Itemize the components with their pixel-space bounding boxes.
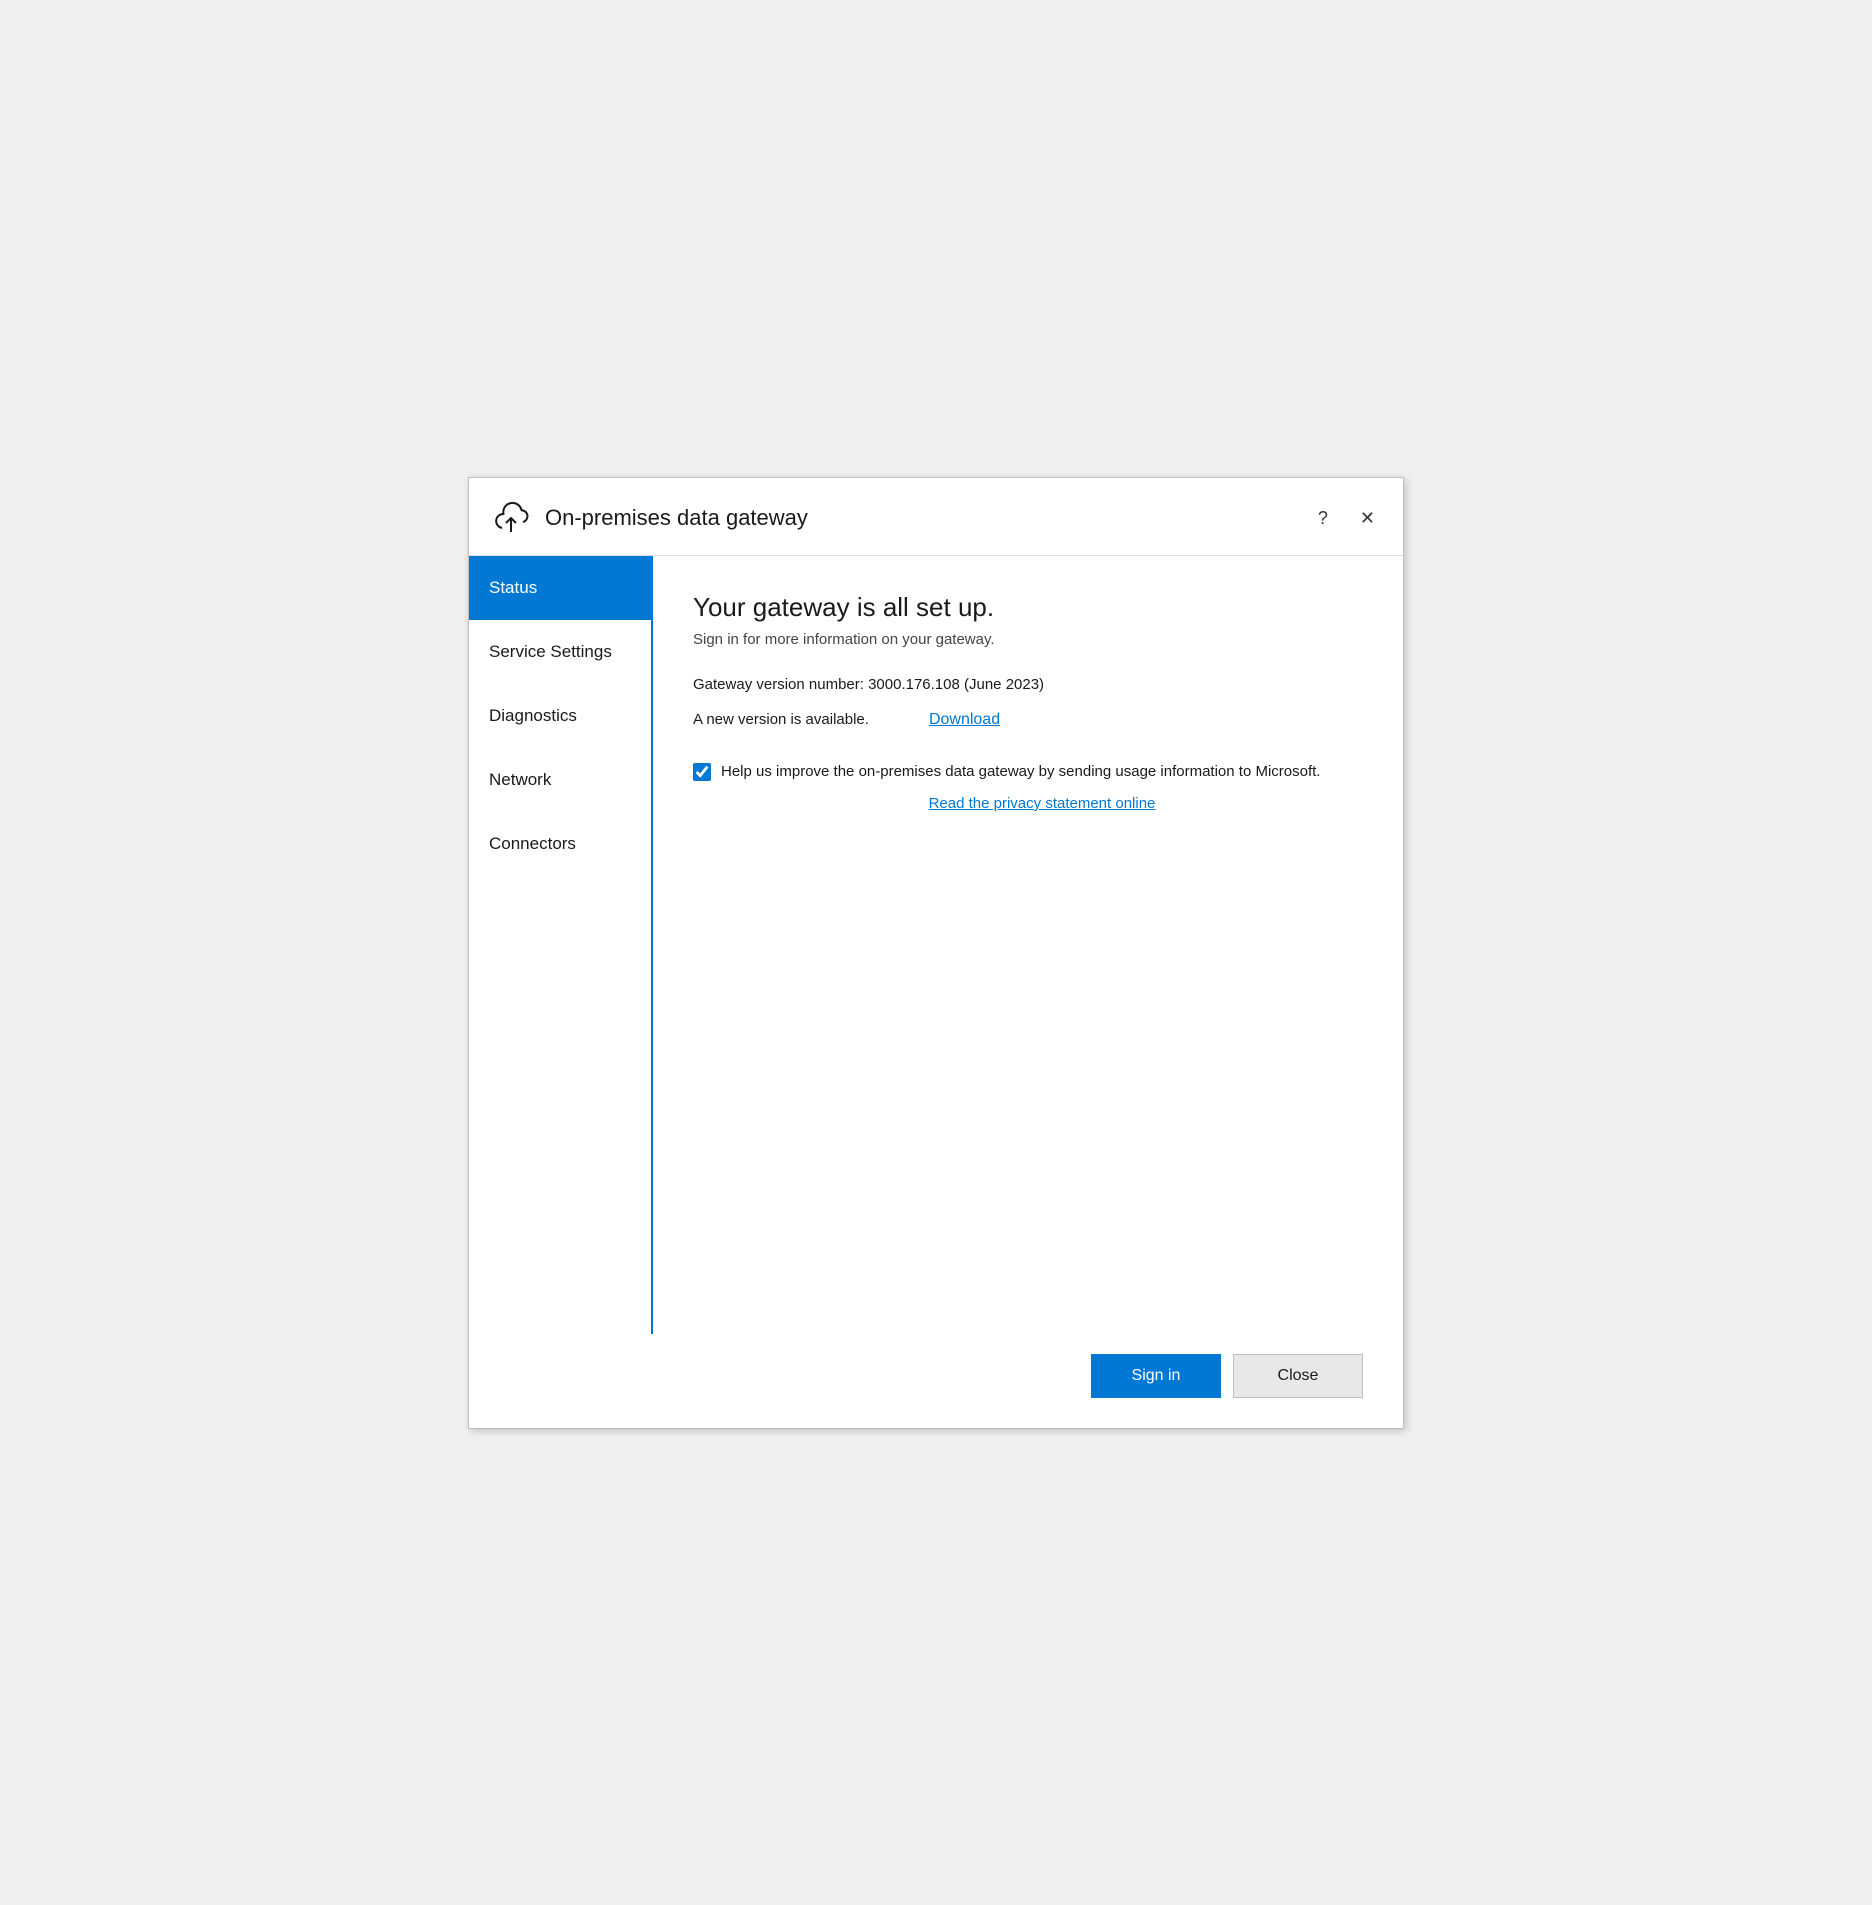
title-bar-controls: ? ✕ [1310, 504, 1383, 533]
title-bar: On-premises data gateway ? ✕ [469, 478, 1403, 556]
telemetry-label: Help us improve the on-premises data gat… [721, 761, 1320, 784]
sidebar-item-diagnostics[interactable]: Diagnostics [469, 684, 651, 748]
download-link[interactable]: Download [929, 711, 1000, 729]
page-heading: Your gateway is all set up. [693, 592, 1363, 623]
page-subtitle: Sign in for more information on your gat… [693, 631, 1363, 648]
cloud-upload-icon [489, 494, 533, 543]
privacy-statement-link[interactable]: Read the privacy statement online [721, 795, 1363, 812]
sidebar-item-connectors[interactable]: Connectors [469, 812, 651, 876]
main-window: On-premises data gateway ? ✕ Status Serv… [468, 477, 1404, 1429]
close-button[interactable]: Close [1233, 1354, 1363, 1398]
app-title: On-premises data gateway [545, 505, 808, 531]
update-text: A new version is available. [693, 711, 869, 728]
sidebar-item-service-settings[interactable]: Service Settings [469, 620, 651, 684]
telemetry-checkbox[interactable] [693, 763, 711, 781]
content-area: Status Service Settings Diagnostics Netw… [469, 556, 1403, 1334]
help-button[interactable]: ? [1310, 504, 1336, 533]
main-content-panel: Your gateway is all set up. Sign in for … [653, 556, 1403, 1334]
title-bar-left: On-premises data gateway [489, 494, 808, 543]
sidebar-item-status[interactable]: Status [469, 556, 651, 620]
version-info: Gateway version number: 3000.176.108 (Ju… [693, 676, 1363, 693]
sign-in-button[interactable]: Sign in [1091, 1354, 1221, 1398]
footer: Sign in Close [469, 1334, 1403, 1428]
window-close-button[interactable]: ✕ [1352, 504, 1383, 533]
sidebar-item-network[interactable]: Network [469, 748, 651, 812]
telemetry-checkbox-row: Help us improve the on-premises data gat… [693, 761, 1363, 784]
sidebar: Status Service Settings Diagnostics Netw… [469, 556, 653, 1334]
update-row: A new version is available. Download [693, 711, 1363, 729]
content-spacer [693, 812, 1363, 1304]
